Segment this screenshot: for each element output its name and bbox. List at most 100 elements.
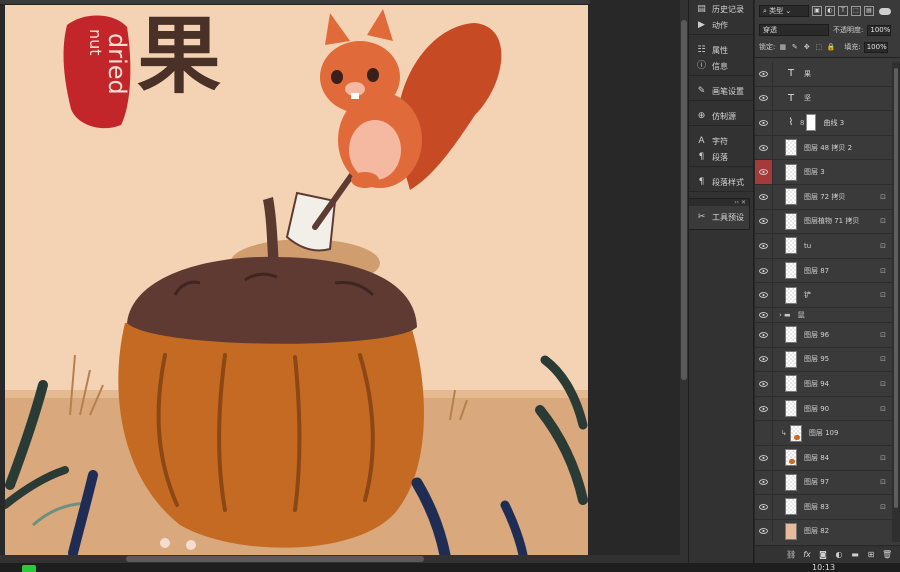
layer-row[interactable]: 图层 72 拷贝 ⊡ [755,184,892,210]
panel-actions[interactable]: ▶ 动作 [689,17,753,33]
layer-thumbnail[interactable] [785,212,797,230]
layer-row[interactable]: › ▬ 鼠 [755,307,892,323]
panel-tool-presets[interactable]: ✂ 工具预设 [689,206,749,228]
layer-thumbnail[interactable] [785,449,797,467]
layer-row[interactable]: T果 [755,62,892,87]
layer-thumbnail[interactable] [785,188,797,206]
type-layer-icon[interactable]: T [785,90,797,107]
panel-character[interactable]: A 字符 [689,133,753,149]
layer-row[interactable]: 图层 84 ⊡ [755,445,892,471]
curves-icon[interactable]: ⌇ [785,114,797,131]
layer-thumbnail[interactable] [785,498,797,516]
visibility-eye-icon[interactable] [755,307,773,322]
vertical-scroll-thumb[interactable] [681,20,687,380]
layer-thumbnail[interactable] [785,139,797,157]
layer-row[interactable]: 图层 48 拷贝 2 [755,135,892,161]
link-icon[interactable]: ⛓ [786,550,796,559]
visibility-eye-icon[interactable] [755,495,773,519]
blend-mode-select[interactable]: 穿透 [759,24,829,36]
panel-history[interactable]: ▤ 历史记录 [689,1,753,17]
folder-icon[interactable]: ▬ [850,550,860,559]
layer-thumbnail[interactable] [785,522,797,540]
filter-toggle[interactable] [879,7,891,15]
layer-thumbnail[interactable] [785,400,797,418]
group-folder-icon[interactable]: › ▬ [779,311,791,319]
filter-shape-icon[interactable]: ⬚ [851,6,861,16]
kind-filter-select[interactable]: ⌕ 类型 ⌄ [759,5,809,17]
layer-row[interactable]: 图层 83 ⊡ [755,495,892,520]
popout-close-icon[interactable]: ›› ✕ [689,199,749,206]
taskbar-app-icon[interactable] [22,565,36,572]
lock-paint-icon[interactable]: ✎ [790,43,799,52]
visibility-eye-icon[interactable] [755,234,773,258]
visibility-eye-icon[interactable] [755,209,773,234]
canvas-artwork[interactable]: dried nut 果 [5,5,588,555]
panel-clone-source[interactable]: ⊕ 仿制源 [689,108,753,124]
layer-thumbnail[interactable] [785,163,797,181]
mask-icon[interactable]: ◙ [818,550,828,559]
layer-thumbnail[interactable] [785,350,797,368]
visibility-eye-icon[interactable] [755,184,773,209]
layer-thumbnail[interactable] [785,326,797,344]
visibility-eye-icon[interactable] [755,396,773,421]
vertical-scrollbar[interactable] [680,0,688,555]
adjustment-icon[interactable]: ◐ [834,550,844,559]
visibility-eye-icon[interactable] [755,111,773,135]
filter-smart-icon[interactable]: ▤ [864,6,874,16]
horizontal-scroll-thumb[interactable] [126,556,424,562]
filter-adjustment-icon[interactable]: ◐ [825,6,835,16]
visibility-eye-icon[interactable] [755,445,773,470]
visibility-eye-icon[interactable] [755,62,773,86]
layer-mask-thumbnail[interactable] [806,114,817,132]
mask-link-icon[interactable]: 8 [800,119,804,127]
layer-row[interactable]: 图层 87 ⊡ [755,258,892,284]
layer-thumbnail[interactable] [785,375,797,393]
lock-artboard-icon[interactable]: ⬚ [814,43,823,52]
new-layer-icon[interactable]: ⊞ [866,550,876,559]
visibility-eye-icon[interactable] [755,283,773,307]
layer-row[interactable]: 图层 94 ⊡ [755,372,892,397]
layer-row[interactable]: 图层 82 [755,519,892,542]
opacity-input[interactable]: 100% [867,24,892,36]
fx-icon[interactable]: fx [802,550,812,559]
layer-row[interactable]: tu ⊡ [755,234,892,259]
lock-transparency-icon[interactable]: ▦ [778,43,787,52]
visibility-eye-icon[interactable] [755,470,773,495]
layer-row[interactable]: 图层植物 71 拷贝 ⊡ [755,209,892,235]
layer-thumbnail[interactable] [789,424,802,442]
layer-thumbnail[interactable] [785,473,797,491]
visibility-eye-icon[interactable] [755,160,773,184]
layer-thumbnail[interactable] [785,286,797,304]
visibility-eye-icon[interactable] [755,421,773,445]
lock-move-icon[interactable]: ✥ [802,43,811,52]
panel-info[interactable]: ⓘ 信息 [689,58,753,74]
panel-paragraph[interactable]: ¶ 段落 [689,149,753,165]
horizontal-scrollbar[interactable] [0,555,688,563]
layer-row[interactable]: 图层 96 ⊡ [755,322,892,348]
layer-row[interactable]: 图层 97 ⊡ [755,470,892,496]
visibility-eye-icon[interactable] [755,258,773,283]
visibility-eye-icon[interactable] [755,372,773,396]
layer-row[interactable]: T坚 [755,86,892,112]
layers-scroll-thumb[interactable] [894,68,898,508]
layer-row[interactable]: 图层 95 ⊡ [755,347,892,373]
visibility-eye-icon[interactable] [755,86,773,111]
layers-scrollbar[interactable] [892,62,900,542]
visibility-eye-icon[interactable] [755,347,773,372]
visibility-eye-icon[interactable] [755,135,773,160]
layer-row[interactable]: ⌇ 8 曲线 3 [755,111,892,136]
panel-paragraph-styles[interactable]: ¶ 段落样式 [689,174,753,190]
visibility-eye-icon[interactable] [755,322,773,347]
lock-all-icon[interactable]: 🔒 [826,43,836,52]
type-layer-icon[interactable]: T [785,65,797,82]
panel-properties[interactable]: ☷ 属性 [689,42,753,58]
fill-input[interactable]: 100% [863,41,888,53]
trash-icon[interactable]: 🗑 [882,550,892,559]
layer-row[interactable]: ↳ 图层 109 [755,421,892,446]
layer-thumbnail[interactable] [785,262,797,280]
layer-row[interactable]: 图层 90 ⊡ [755,396,892,422]
layer-row[interactable]: 图层 3 [755,160,892,185]
filter-type-icon[interactable]: T [838,6,848,16]
visibility-eye-icon[interactable] [755,519,773,542]
panel-brush-settings[interactable]: ✎ 画笔设置 [689,83,753,99]
